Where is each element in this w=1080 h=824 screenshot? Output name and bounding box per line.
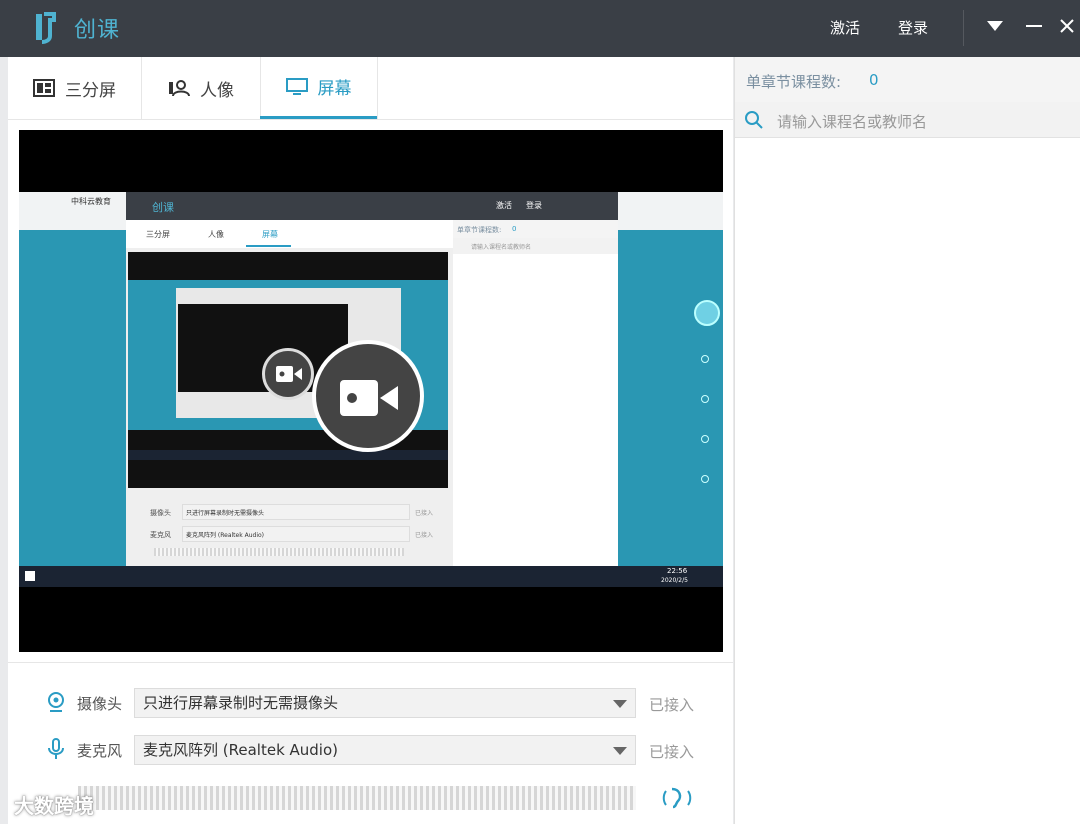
minimize-icon[interactable] [1020, 12, 1048, 40]
preview-tab-underline [246, 245, 291, 247]
close-icon[interactable] [1053, 12, 1080, 40]
preview-divider [8, 662, 733, 663]
screen-preview: 中科云教育 创课 激活 登录 三分屏 人像 屏幕 单章节课程数: 0 请输入课程… [19, 130, 723, 652]
tab-label: 三分屏 [65, 80, 116, 101]
tab-label: 屏幕 [317, 79, 352, 99]
audio-monitor-icon[interactable] [660, 785, 694, 811]
preview-tab: 三分屏 [146, 230, 170, 239]
preview-start-icon [25, 571, 35, 581]
tab-portrait[interactable]: 人像 [168, 57, 234, 119]
tab-divider [141, 57, 142, 119]
camera-select-value: 只进行屏幕录制时无需摄像头 [143, 694, 339, 712]
tab-screen[interactable]: 屏幕 [260, 57, 377, 119]
camera-status: 已接入 [649, 696, 695, 714]
camera-label: 摄像头 [77, 695, 123, 713]
preview-nested-taskbar [128, 450, 448, 460]
search-icon [745, 111, 763, 129]
preview-app-titlebar: 创课 激活 登录 [126, 192, 618, 220]
camera-off-small-icon [262, 348, 314, 400]
audio-level-meter [78, 786, 636, 810]
preview-clock-time: 22:56 [667, 567, 688, 575]
tab-three-split[interactable]: 三分屏 [33, 57, 116, 119]
tab-label: 人像 [200, 80, 234, 101]
monitor-icon [285, 77, 308, 95]
course-panel [734, 57, 1080, 824]
preview-search-text: 请输入课程名或教师名 [471, 244, 532, 251]
microphone-status: 已接入 [649, 743, 695, 761]
app-title: 创课 [74, 18, 121, 43]
chevron-down-icon [613, 747, 627, 755]
webcam-icon [48, 692, 64, 712]
preview-mic-value: 麦克风阵列 (Realtek Audio) [186, 532, 265, 539]
course-count-value: 0 [869, 71, 879, 89]
preview-dot [701, 435, 709, 443]
app-logo-icon [36, 12, 56, 44]
preview-taskbar: 22:56 2020/2/5 [19, 566, 723, 587]
tab-divider [377, 57, 378, 119]
preview-dot [701, 355, 709, 363]
microphone-select[interactable]: 麦克风阵列 (Realtek Audio) [134, 735, 636, 765]
login-link[interactable]: 登录 [898, 17, 928, 38]
preview-browser-tab: 中科云教育 [71, 197, 111, 206]
preview-count-label: 单章节课程数: [457, 226, 502, 234]
preview-side-icon [694, 300, 720, 326]
activate-link[interactable]: 激活 [830, 17, 860, 38]
preview-count-value: 0 [512, 225, 517, 233]
search-placeholder: 请输入课程名或教师名 [777, 113, 928, 131]
preview-activate: 激活 [496, 201, 512, 210]
preview-clock-date: 2020/2/5 [661, 577, 688, 584]
preview-tab: 人像 [208, 230, 224, 239]
preview-cam-label: 摄像头 [150, 509, 171, 517]
preview-device-rows: 摄像头 只进行屏幕录制时无需摄像头 已接入 麦克风 麦克风阵列 (Realtek… [128, 500, 448, 560]
microphone-label: 麦克风 [77, 742, 123, 760]
dropdown-menu-icon[interactable] [981, 12, 1009, 40]
camera-off-icon [312, 340, 424, 452]
preview-cam-status: 已接入 [415, 510, 434, 517]
preview-tab: 屏幕 [262, 230, 278, 239]
preview-mic-status: 已接入 [415, 532, 434, 539]
microphone-icon [48, 738, 64, 759]
portrait-icon [169, 80, 190, 97]
preview-course-panel: 单章节课程数: 0 请输入课程名或教师名 [453, 220, 618, 567]
course-count-label: 单章节课程数: [746, 73, 842, 91]
watermark: 大数跨境 [14, 794, 94, 818]
microphone-select-value: 麦克风阵列 (Realtek Audio) [143, 741, 339, 759]
preview-dot [701, 395, 709, 403]
preview-login: 登录 [526, 201, 542, 210]
preview-app-name: 创课 [152, 201, 174, 214]
chevron-down-icon [613, 700, 627, 708]
preview-dot [701, 475, 709, 483]
preview-mic-label: 麦克风 [150, 531, 171, 539]
camera-select[interactable]: 只进行屏幕录制时无需摄像头 [134, 688, 636, 718]
preview-tabbar: 三分屏 人像 屏幕 [126, 220, 456, 248]
preview-meter [154, 548, 404, 556]
titlebar-divider [963, 10, 964, 46]
preview-cam-value: 只进行屏幕录制时无需摄像头 [186, 510, 265, 517]
layout-icon [33, 79, 55, 97]
